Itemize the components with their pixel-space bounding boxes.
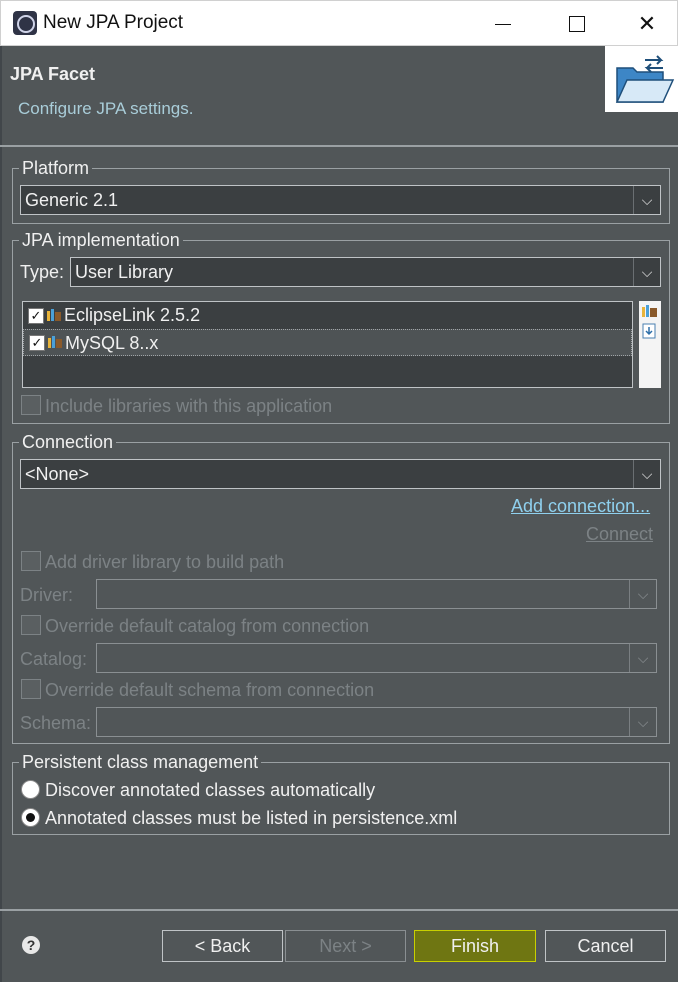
add-driver-checkbox[interactable]: [21, 551, 41, 571]
connection-combo-value: <None>: [25, 464, 90, 484]
schema-combo[interactable]: ⌵: [96, 707, 657, 737]
catalog-combo[interactable]: ⌵: [96, 643, 657, 673]
help-icon[interactable]: ?: [22, 936, 40, 954]
catalog-label: Catalog:: [20, 649, 88, 669]
next-button[interactable]: Next >: [285, 930, 406, 962]
override-schema-label: Override default schema from connection: [45, 680, 375, 700]
list-item[interactable]: ✓ MySQL 8..x: [23, 329, 632, 356]
driver-combo[interactable]: ⌵: [96, 579, 657, 609]
page-subtitle: Configure JPA settings.: [18, 99, 194, 118]
library-list[interactable]: ✓ EclipseLink 2.5.2 ✓ MySQL 8..x: [22, 301, 633, 388]
page-title: JPA Facet: [10, 64, 96, 84]
listed-classes-label[interactable]: Annotated classes must be listed in pers…: [45, 808, 457, 829]
override-catalog-label: Override default catalog from connection: [45, 616, 370, 636]
persistent-class-legend: Persistent class management: [19, 751, 262, 773]
cancel-button[interactable]: Cancel: [545, 930, 666, 962]
window-title: New JPA Project: [43, 12, 184, 33]
header-separator: [0, 145, 678, 147]
maximize-icon: [569, 16, 585, 32]
connection-combo[interactable]: <None> ⌵: [20, 459, 661, 489]
add-driver-label: Add driver library to build path: [45, 552, 285, 572]
chevron-down-icon: ⌵: [629, 580, 656, 608]
type-label: Type:: [20, 262, 65, 282]
override-schema-checkbox[interactable]: [21, 679, 41, 699]
manage-libraries-icon[interactable]: [642, 304, 658, 318]
chevron-down-icon: ⌵: [629, 708, 656, 736]
list-item[interactable]: ✓ EclipseLink 2.5.2: [23, 302, 632, 329]
minimize-button[interactable]: [489, 10, 517, 38]
discover-classes-label[interactable]: Discover annotated classes automatically: [45, 780, 375, 801]
jpa-implementation-legend: JPA implementation: [19, 229, 183, 251]
chevron-down-icon: ⌵: [629, 644, 656, 672]
minimize-icon: [495, 24, 511, 25]
platform-legend: Platform: [19, 157, 93, 179]
library-name: MySQL 8..x: [65, 333, 159, 353]
include-libraries-checkbox[interactable]: [21, 395, 41, 415]
driver-label: Driver:: [20, 585, 73, 605]
library-checkbox[interactable]: ✓: [29, 335, 45, 351]
platform-combo[interactable]: Generic 2.1 ⌵: [20, 185, 661, 215]
type-combo-value: User Library: [75, 262, 174, 282]
library-name: EclipseLink 2.5.2: [64, 305, 201, 325]
folder-open-icon: [615, 55, 675, 103]
schema-label: Schema:: [20, 713, 92, 733]
close-icon: ✕: [637, 11, 657, 36]
platform-combo-value: Generic 2.1: [25, 190, 119, 210]
finish-button[interactable]: Finish: [414, 930, 536, 962]
eclipse-app-icon: [13, 11, 37, 35]
include-libraries-label: Include libraries with this application: [45, 396, 333, 416]
library-icon: [48, 336, 62, 348]
footer-separator: [0, 909, 678, 911]
type-combo[interactable]: User Library ⌵: [70, 257, 661, 287]
back-button[interactable]: < Back: [162, 930, 283, 962]
discover-classes-radio[interactable]: [21, 780, 40, 799]
window-titlebar: New JPA Project ✕: [0, 0, 678, 46]
maximize-button[interactable]: [563, 10, 591, 38]
left-edge-divider: [0, 46, 2, 982]
banner-image: [605, 46, 678, 112]
close-button[interactable]: ✕: [633, 10, 661, 38]
library-checkbox[interactable]: ✓: [28, 308, 44, 324]
add-connection-link[interactable]: Add connection...: [511, 496, 650, 517]
chevron-down-icon: ⌵: [633, 186, 660, 214]
chevron-down-icon: ⌵: [633, 258, 660, 286]
listed-classes-radio[interactable]: [21, 808, 40, 827]
library-toolbar: [639, 301, 661, 388]
library-icon: [47, 309, 61, 321]
override-catalog-checkbox[interactable]: [21, 615, 41, 635]
download-library-icon[interactable]: [642, 323, 658, 339]
connection-legend: Connection: [19, 431, 117, 453]
chevron-down-icon: ⌵: [633, 460, 660, 488]
connect-link[interactable]: Connect: [586, 524, 653, 545]
